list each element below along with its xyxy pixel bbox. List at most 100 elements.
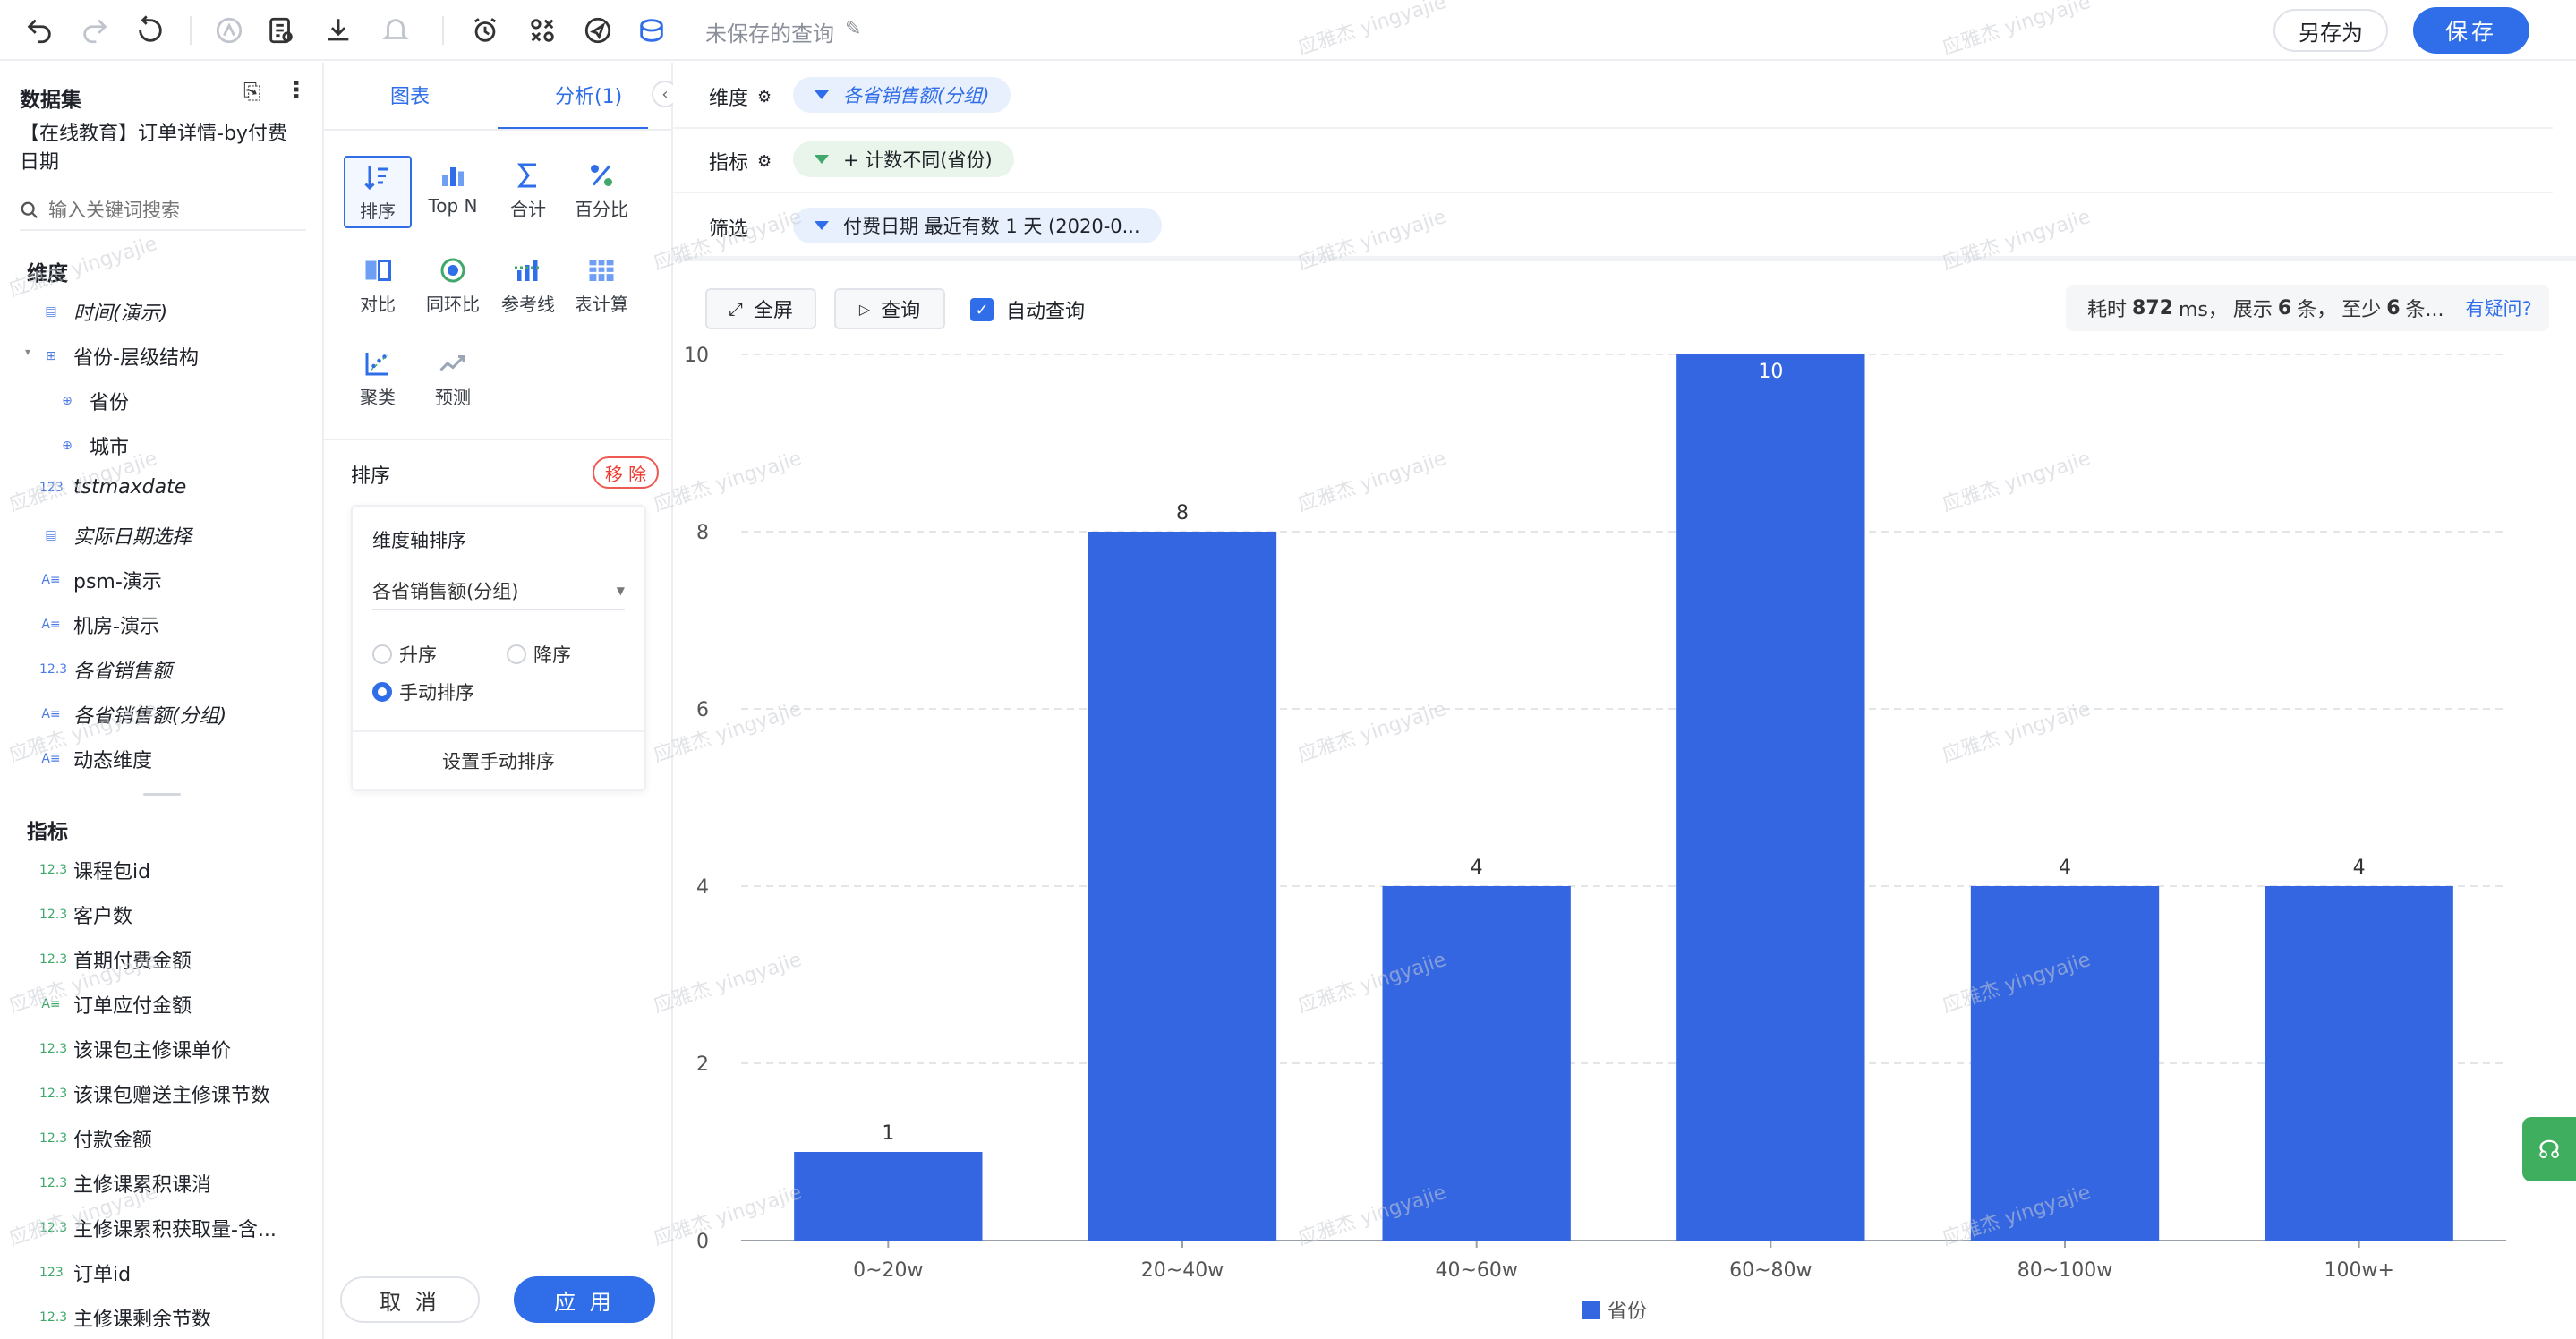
forecast-icon (439, 355, 465, 371)
analysis-item[interactable]: Top N (419, 156, 487, 217)
analysis-item-label: 同环比 (426, 294, 480, 315)
shelf-divider (673, 192, 2553, 193)
bar-value-label: 4 (1471, 857, 1483, 879)
save-as-button[interactable]: 另存为 (2273, 9, 2388, 52)
metric-field[interactable]: 12.3 课程包id (39, 856, 150, 884)
query-button[interactable]: ▷ 查询 (834, 288, 945, 329)
metric-field[interactable]: 123 订单id (39, 1258, 131, 1287)
download-icon[interactable] (319, 11, 358, 50)
layout-icon[interactable] (523, 11, 562, 50)
stats-more: 条... (2405, 299, 2444, 321)
dataset-switch-icon[interactable]: ⎘ (243, 79, 260, 104)
tab-analysis[interactable]: 分析(1) (555, 81, 622, 109)
dimension-field-label: 各省销售额(分组) (73, 705, 227, 728)
analysis-item[interactable]: 聚类 (344, 344, 412, 409)
cancel-button[interactable]: 取 消 (340, 1276, 480, 1323)
search-input[interactable] (47, 199, 288, 222)
analysis-item[interactable]: 对比 (344, 251, 412, 316)
dimension-field[interactable]: ⊕ 省份 (55, 387, 129, 415)
metric-field[interactable]: 12.3 该课包主修课单价 (39, 1035, 231, 1063)
apply-button[interactable]: 应 用 (514, 1276, 655, 1323)
bar (1970, 886, 2160, 1241)
stats-count: 6 (2277, 296, 2292, 320)
tab-divider (324, 129, 671, 131)
radio-desc[interactable]: 降序 (507, 641, 571, 668)
tree-expand-icon[interactable]: ▾ (25, 345, 30, 358)
metric-field[interactable]: 12.3 客户数 (39, 900, 132, 929)
query-log-icon[interactable] (261, 11, 301, 50)
sort-card-title: 维度轴排序 (372, 530, 466, 551)
remove-button[interactable]: 移 除 (593, 456, 659, 489)
field-search[interactable] (20, 192, 306, 231)
radio-manual[interactable]: 手动排序 (372, 678, 474, 705)
analysis-item[interactable]: 参考线 (494, 251, 562, 316)
more-icon[interactable]: ⋮ (285, 77, 308, 104)
metric-field[interactable]: A≡ 订单应付金额 (39, 990, 192, 1019)
field-type-icon: 12.3 (39, 1131, 68, 1146)
auto-query-toggle[interactable]: ✓ 自动查询 (970, 295, 1085, 324)
support-icon[interactable]: ☊ (2522, 1117, 2576, 1181)
expand-icon: ⤢ (728, 298, 743, 320)
analysis-item-icon (567, 251, 635, 290)
radio-asc[interactable]: 升序 (372, 641, 437, 668)
dimension-field[interactable]: ⊞ 省份-层级结构 (39, 342, 199, 371)
dimension-shelf-label: 维度 ⚙ (709, 82, 772, 111)
gear-icon[interactable]: ⚙ (757, 88, 772, 107)
stats-total: 6 (2386, 296, 2401, 320)
filter-shelf-label: 筛选 (709, 213, 748, 242)
analysis-item[interactable]: 预测 (419, 344, 487, 409)
dimension-field[interactable]: A≡ 各省销售额(分组) (39, 700, 226, 729)
refresh-icon[interactable] (131, 11, 170, 50)
fullscreen-button[interactable]: ⤢ 全屏 (705, 288, 816, 329)
dimension-field[interactable]: ⊕ 城市 (55, 431, 129, 460)
dimension-field[interactable]: ▤ 实际日期选择 (39, 521, 192, 550)
clear-icon[interactable] (209, 11, 249, 50)
metric-field[interactable]: 12.3 付款金额 (39, 1124, 152, 1153)
bar-value-label: 4 (2059, 857, 2071, 879)
cache-icon[interactable] (632, 11, 671, 50)
redo-icon[interactable] (75, 11, 115, 50)
help-link[interactable]: 有疑问? (2466, 294, 2532, 321)
analysis-item-label: 百分比 (575, 199, 628, 220)
dimension-field[interactable]: A≡ 动态维度 (39, 745, 152, 773)
analysis-item[interactable]: 合计 (494, 156, 562, 221)
analysis-item-label: Top N (428, 195, 478, 217)
metric-field[interactable]: 12.3 首期付费金额 (39, 945, 192, 974)
field-type-icon: 12.3 (39, 662, 68, 677)
analysis-item[interactable]: 表计算 (567, 251, 635, 316)
tab-chart[interactable]: 图表 (390, 81, 430, 109)
metric-field[interactable]: 12.3 该课包赠送主修课节数 (39, 1079, 270, 1108)
dimension-field-label: 省份-层级结构 (73, 347, 199, 370)
metric-field[interactable]: 12.3 主修课剩余节数 (39, 1303, 211, 1332)
analysis-item[interactable]: 排序 (344, 156, 412, 228)
dataset-name[interactable]: 【在线教育】订单详情-by付费日期 (20, 120, 306, 177)
metric-field[interactable]: 12.3 主修课累积获取量-含... (39, 1214, 277, 1242)
alarm-icon[interactable] (465, 11, 505, 50)
dimension-field[interactable]: ▤ 时间(演示) (39, 297, 167, 326)
metric-pill[interactable]: + 计数不同(省份) (793, 141, 1014, 177)
sort-field-select[interactable]: 各省销售额(分组) ▼ (372, 573, 625, 610)
subscribe-icon[interactable] (376, 11, 415, 50)
metric-field[interactable]: 12.3 主修课累积课消 (39, 1169, 211, 1198)
dimension-field[interactable]: 12.3 各省销售额 (39, 655, 172, 684)
undo-icon[interactable] (20, 11, 59, 50)
analysis-item-icon (494, 251, 562, 290)
gear-icon[interactable]: ⚙ (757, 152, 772, 171)
manual-sort-button[interactable]: 设置手动排序 (353, 732, 644, 789)
analysis-item[interactable]: 同环比 (419, 251, 487, 316)
dimension-field[interactable]: 123 tstmaxdate (39, 476, 186, 499)
field-type-icon: 123 (39, 480, 64, 495)
panel-resize-handle[interactable] (143, 793, 181, 796)
save-button[interactable]: 保存 (2413, 7, 2529, 54)
edit-icon[interactable]: ✎ (845, 18, 861, 40)
radio-circle (372, 644, 392, 664)
dimension-field-label: psm-演示 (73, 571, 162, 593)
dimension-pill[interactable]: 各省销售额(分组) (793, 77, 1011, 113)
analysis-item[interactable]: 百分比 (567, 156, 635, 221)
field-type-icon: 12.3 (39, 1221, 68, 1235)
dimension-field[interactable]: A≡ psm-演示 (39, 566, 162, 594)
filter-pill[interactable]: 付费日期 最近有数 1 天 (2020-0... (793, 208, 1162, 243)
field-type-icon: A≡ (41, 707, 61, 721)
share-icon[interactable] (578, 11, 618, 50)
dimension-field[interactable]: A≡ 机房-演示 (39, 610, 159, 639)
